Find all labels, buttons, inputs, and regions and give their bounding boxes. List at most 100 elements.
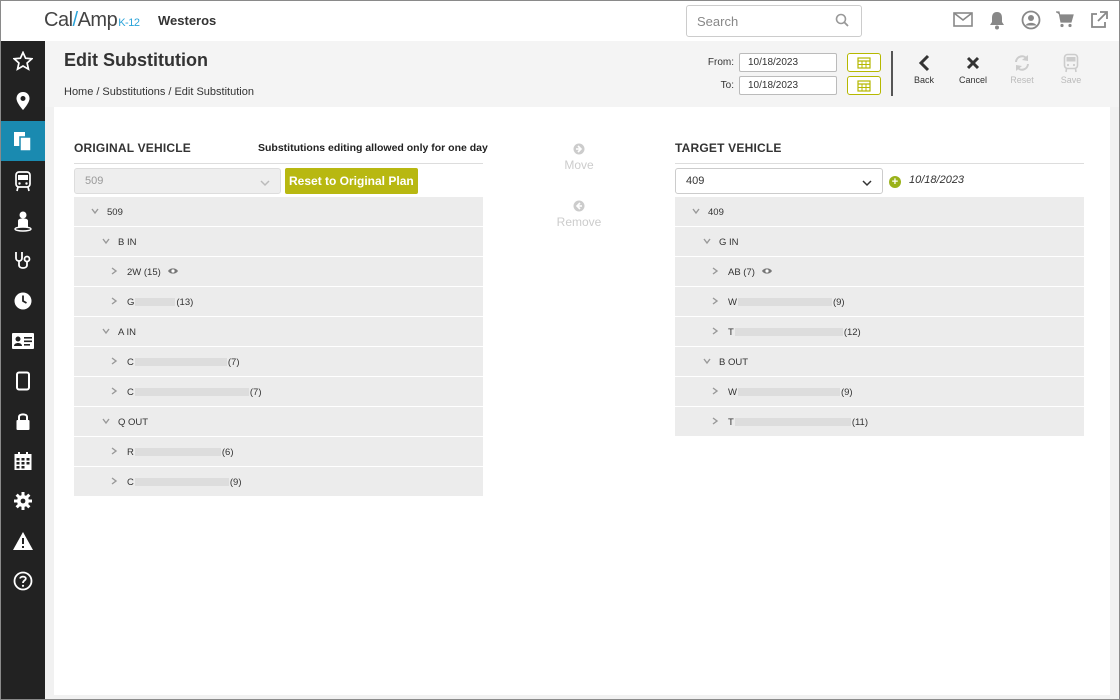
- tree-row-label: W (9): [728, 387, 853, 398]
- tree-row-text: AB (7): [728, 267, 755, 279]
- sidebar-item-calendar[interactable]: [1, 441, 45, 481]
- sidebar-item-vehicles[interactable]: [1, 161, 45, 201]
- tree-row[interactable]: 509: [74, 197, 483, 227]
- chevron-right-icon[interactable]: [710, 326, 720, 339]
- chevron-right-icon[interactable]: [710, 386, 720, 399]
- tree-row[interactable]: W (9): [675, 287, 1084, 317]
- sidebar-item-health[interactable]: [1, 241, 45, 281]
- from-date-input[interactable]: 10/18/2023: [739, 53, 837, 72]
- tree-row-prefix: R: [127, 447, 134, 458]
- bell-icon[interactable]: [980, 10, 1014, 32]
- chevron-right-icon[interactable]: [109, 356, 119, 369]
- tree-row-label: R (6): [127, 447, 234, 458]
- tree-row-count: (9): [832, 297, 845, 308]
- back-button[interactable]: Back: [899, 51, 949, 85]
- tree-row[interactable]: G (13): [74, 287, 483, 317]
- sidebar: [1, 41, 45, 699]
- move-button[interactable]: Move: [549, 143, 609, 172]
- chevron-right-icon[interactable]: [109, 386, 119, 399]
- chevron-right-icon[interactable]: [109, 266, 119, 279]
- tree-row[interactable]: T (12): [675, 317, 1084, 347]
- target-vehicle-select[interactable]: 409: [675, 168, 883, 194]
- tree-row-text: Q OUT: [118, 417, 149, 428]
- tree-row-label: G IN: [719, 237, 739, 248]
- tree-row-prefix: C: [127, 387, 134, 398]
- tree-row-label: B OUT: [719, 357, 748, 368]
- tree-row[interactable]: 2W (15): [74, 257, 483, 287]
- tree-row[interactable]: B OUT: [675, 347, 1084, 377]
- tree-row[interactable]: C (9): [74, 467, 483, 497]
- original-vehicle-select[interactable]: 509: [74, 168, 281, 194]
- tree-row[interactable]: T (11): [675, 407, 1084, 437]
- top-bar: Cal/AmpK-12 Westeros: [1, 1, 1119, 41]
- user-icon[interactable]: [1014, 10, 1048, 32]
- chevron-down-icon[interactable]: [101, 326, 111, 339]
- tree-row[interactable]: 409: [675, 197, 1084, 227]
- search-box[interactable]: [686, 5, 862, 37]
- tree-row[interactable]: G IN: [675, 227, 1084, 257]
- sidebar-item-map[interactable]: [1, 81, 45, 121]
- chevron-right-icon[interactable]: [109, 476, 119, 489]
- chevron-down-icon[interactable]: [90, 206, 100, 219]
- tree-row[interactable]: A IN: [74, 317, 483, 347]
- chevron-down-icon[interactable]: [702, 356, 712, 369]
- sidebar-item-substitutions[interactable]: [1, 121, 45, 161]
- sidebar-item-ids[interactable]: [1, 321, 45, 361]
- reset-button[interactable]: Reset: [997, 51, 1047, 85]
- chevron-right-icon[interactable]: [710, 416, 720, 429]
- sidebar-item-students[interactable]: [1, 201, 45, 241]
- breadcrumb-home[interactable]: Home: [64, 86, 93, 98]
- from-calendar-button[interactable]: [847, 53, 881, 72]
- cart-icon[interactable]: [1048, 10, 1082, 32]
- to-calendar-button[interactable]: [847, 76, 881, 95]
- logo-text-cal: Cal: [44, 9, 73, 31]
- arrow-right-circle-icon: [549, 143, 609, 158]
- tree-row[interactable]: C (7): [74, 347, 483, 377]
- original-vehicle-title: ORIGINAL VEHICLE: [74, 141, 191, 155]
- sidebar-item-help[interactable]: [1, 561, 45, 601]
- tree-row-count: (9): [840, 387, 853, 398]
- page-header: Edit Substitution Home / Substitutions / Edi…: [45, 41, 1119, 107]
- tree-row-prefix: W: [728, 387, 737, 398]
- chevron-down-icon[interactable]: [691, 206, 701, 219]
- mail-icon[interactable]: [946, 10, 980, 32]
- chevron-down-icon[interactable]: [101, 236, 111, 249]
- eye-icon[interactable]: [761, 267, 773, 278]
- sidebar-item-favorites[interactable]: [1, 41, 45, 81]
- reset-original-plan-button[interactable]: Reset to Original Plan: [285, 168, 418, 194]
- cancel-button[interactable]: Cancel: [948, 51, 998, 85]
- sidebar-item-devices[interactable]: [1, 361, 45, 401]
- chevron-down-icon[interactable]: [702, 236, 712, 249]
- tablet-icon: [16, 371, 30, 391]
- search-input[interactable]: [687, 6, 827, 36]
- breadcrumb-substitutions[interactable]: Substitutions: [102, 86, 165, 98]
- chevron-down-icon[interactable]: [101, 416, 111, 429]
- to-date-input[interactable]: 10/18/2023: [739, 76, 837, 95]
- chevron-right-icon[interactable]: [710, 296, 720, 309]
- chevron-right-icon[interactable]: [109, 446, 119, 459]
- from-label: From:: [707, 57, 734, 68]
- sidebar-item-time[interactable]: [1, 281, 45, 321]
- tree-row-label: A IN: [118, 327, 136, 338]
- sidebar-item-settings[interactable]: [1, 481, 45, 521]
- tree-row[interactable]: Q OUT: [74, 407, 483, 437]
- tree-row[interactable]: W (9): [675, 377, 1084, 407]
- tree-row[interactable]: C (7): [74, 377, 483, 407]
- sidebar-item-security[interactable]: [1, 401, 45, 441]
- remove-button[interactable]: Remove: [549, 200, 609, 229]
- sidebar-item-alerts[interactable]: [1, 521, 45, 561]
- add-date-icon[interactable]: +: [889, 176, 901, 188]
- chevron-right-icon[interactable]: [109, 296, 119, 309]
- chevron-right-icon[interactable]: [710, 266, 720, 279]
- stethoscope-icon: [15, 252, 31, 269]
- target-vehicle-title: TARGET VEHICLE: [675, 141, 782, 155]
- tree-row[interactable]: AB (7): [675, 257, 1084, 287]
- save-button[interactable]: Save: [1046, 51, 1096, 85]
- redacted-text: [134, 478, 229, 487]
- tree-row[interactable]: R (6): [74, 437, 483, 467]
- tree-row[interactable]: B IN: [74, 227, 483, 257]
- search-icon[interactable]: [835, 13, 849, 30]
- calamp-logo[interactable]: Cal/AmpK-12: [44, 9, 140, 32]
- eye-icon[interactable]: [167, 267, 179, 278]
- external-link-icon[interactable]: [1082, 10, 1116, 32]
